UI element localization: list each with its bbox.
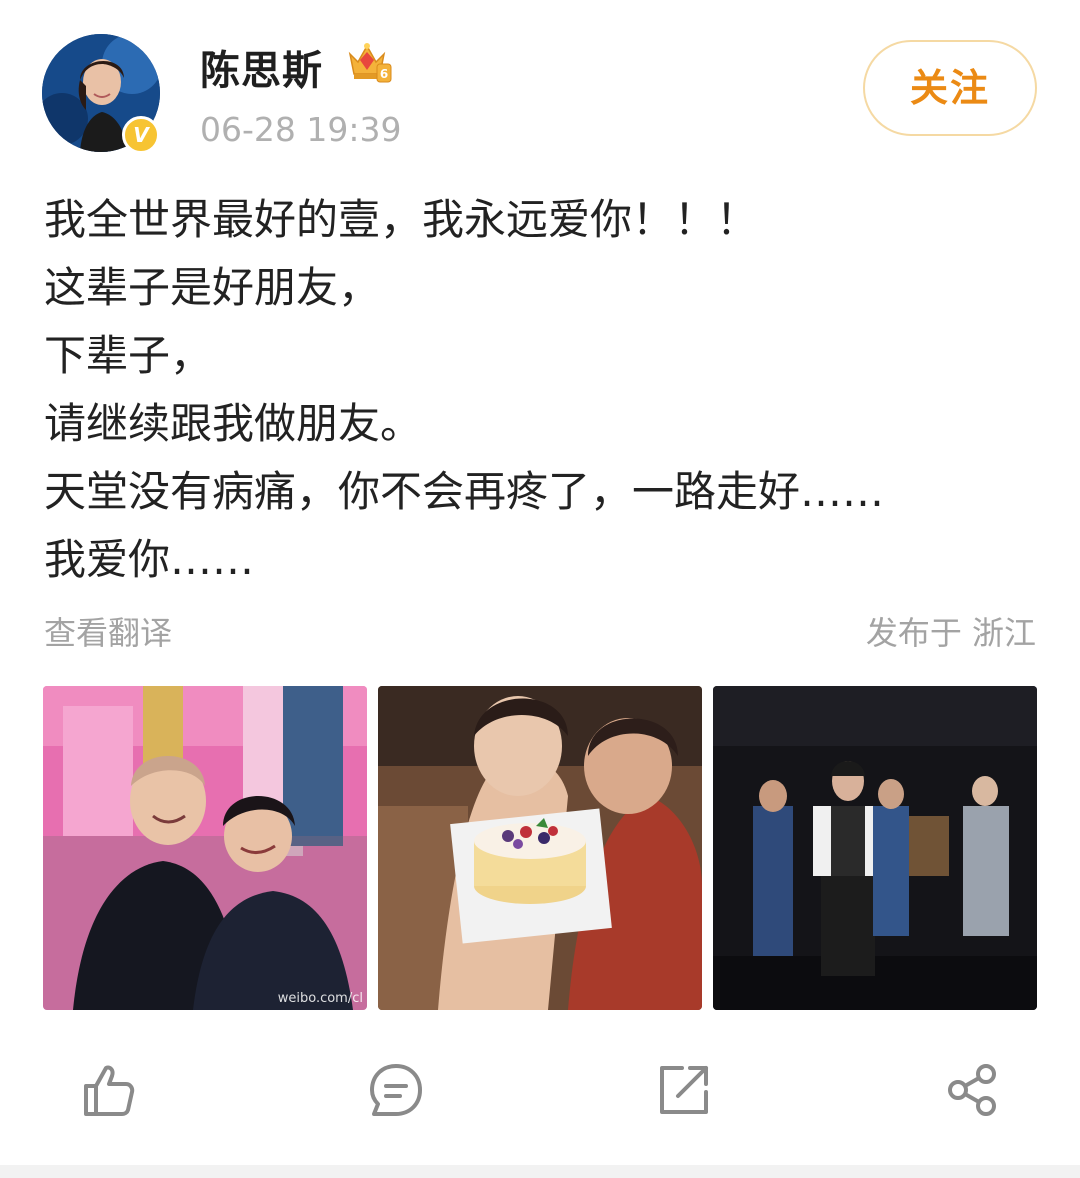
- weibo-post-card: V 陈思斯 6 06-28 19:39 关注 我全世界最好的壹，我永远爱你！！！…: [0, 0, 1080, 1165]
- repost-button[interactable]: [654, 1060, 714, 1120]
- photo-birthday-cake[interactable]: [378, 686, 702, 1010]
- photo-watermark: weibo.com/cl: [277, 991, 363, 1006]
- like-button[interactable]: [78, 1060, 138, 1120]
- post-timestamp: 06-28 19:39: [200, 110, 402, 149]
- comment-button[interactable]: [366, 1060, 426, 1120]
- post-text-line: 天堂没有病痛，你不会再疼了，一路走好……: [44, 467, 885, 516]
- vip-crown-icon[interactable]: 6: [346, 40, 392, 84]
- svg-text:6: 6: [380, 67, 388, 81]
- share-button[interactable]: [942, 1060, 1002, 1120]
- comment-icon: [370, 1064, 422, 1116]
- view-translation-link[interactable]: 查看翻译: [44, 608, 172, 654]
- photo-two-women-embracing[interactable]: weibo.com/cl: [43, 686, 367, 1010]
- post-text-line: 这辈子是好朋友，: [44, 263, 381, 312]
- author-name[interactable]: 陈思斯: [200, 38, 323, 96]
- follow-button[interactable]: 关注: [863, 40, 1037, 136]
- thumbs-up-icon: [84, 1065, 135, 1116]
- post-text-line: 请继续跟我做朋友。: [44, 399, 423, 448]
- photo-stage-performance[interactable]: [713, 686, 1037, 1010]
- share-icon: [948, 1064, 996, 1116]
- post-text-line: 我爱你……: [44, 535, 255, 584]
- post-text-line: 下辈子，: [44, 331, 213, 380]
- verified-badge-icon: V: [122, 116, 160, 154]
- post-text-line: 我全世界最好的壹，我永远爱你！！！: [44, 195, 759, 244]
- post-location: 发布于 浙江: [865, 614, 1036, 652]
- post-text: 我全世界最好的壹，我永远爱你！！！ 这辈子是好朋友， 下辈子， 请继续跟我做朋友…: [44, 186, 1044, 594]
- repost-icon: [660, 1066, 708, 1114]
- feed-divider: [0, 1165, 1080, 1178]
